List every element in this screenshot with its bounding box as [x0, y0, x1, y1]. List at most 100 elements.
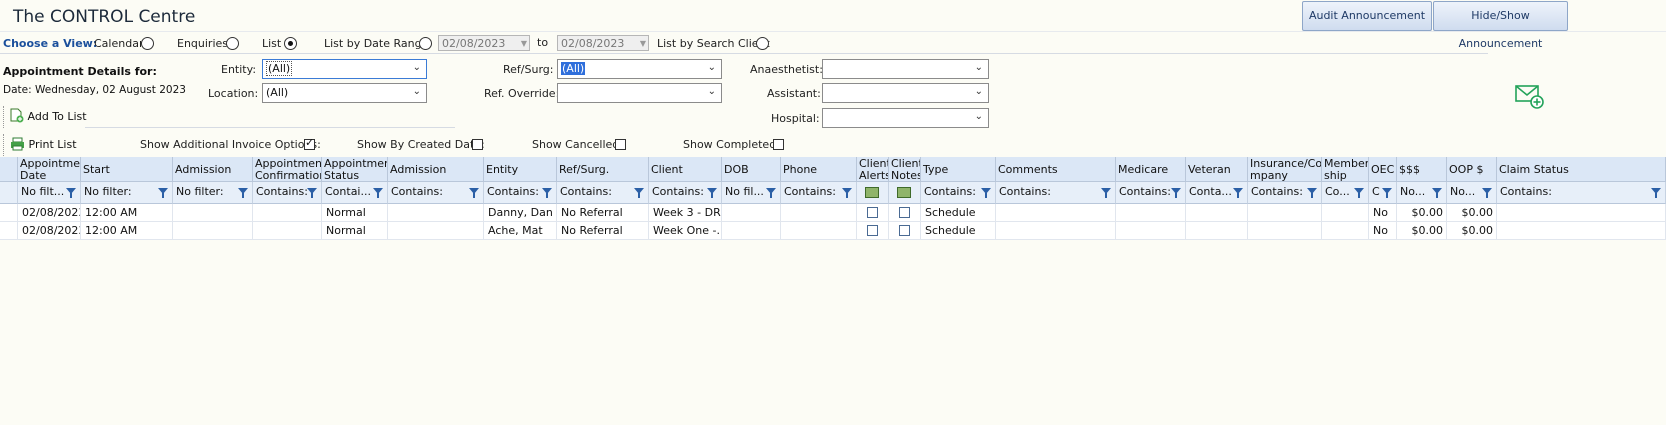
table-cell-appointment-confirmation[interactable] — [253, 222, 322, 240]
column-header-veteran-no[interactable]: Veteran No. — [1186, 157, 1248, 182]
table-cell-claim-status[interactable] — [1497, 204, 1666, 222]
filter-icon[interactable] — [1382, 188, 1392, 198]
column-header-admission-status[interactable]: Admission Status — [388, 157, 484, 182]
table-cell-comments[interactable] — [996, 222, 1116, 240]
table-cell-oec[interactable]: No — [1369, 222, 1397, 240]
column-header-client-alerts[interactable]: Client Alerts — [857, 157, 889, 182]
column-filter-admission-time[interactable]: No filter: — [173, 182, 253, 204]
audit-announcement-button[interactable]: Audit Announcement — [1302, 1, 1432, 31]
table-cell-appointment-date[interactable]: 02/08/2023 — [18, 222, 81, 240]
table-cell-medicare-no[interactable] — [1116, 204, 1186, 222]
filter-icon[interactable] — [373, 188, 383, 198]
table-cell-client-alerts[interactable] — [857, 204, 889, 222]
table-cell-client-notes[interactable] — [889, 204, 921, 222]
table-cell-client[interactable]: Week One -... — [649, 222, 722, 240]
table-cell-oop[interactable]: $0.00 — [1447, 222, 1497, 240]
filter-icon[interactable] — [766, 188, 776, 198]
table-cell-start[interactable]: 12:00 AM — [81, 204, 173, 222]
table-cell-insurance-co-mpany[interactable] — [1248, 204, 1322, 222]
column-filter-entity[interactable]: Contains: — [484, 182, 557, 204]
column-header-comments[interactable]: Comments — [996, 157, 1116, 182]
column-header-client-notes[interactable]: Client Notes — [889, 157, 921, 182]
table-cell-client-notes[interactable] — [889, 222, 921, 240]
table-cell-insurance-co-mpany[interactable] — [1248, 222, 1322, 240]
column-header-blank[interactable]: $$$ — [1397, 157, 1447, 182]
column-header-start[interactable]: Start — [81, 157, 173, 182]
column-filter-comments[interactable]: Contains: — [996, 182, 1116, 204]
table-cell-admission-status[interactable] — [388, 204, 484, 222]
column-header-dob[interactable]: DOB — [722, 157, 781, 182]
column-filter-type[interactable]: Contains: — [921, 182, 996, 204]
column-filter-blank[interactable] — [0, 182, 18, 204]
table-cell-entity[interactable]: Ache, Mat — [484, 222, 557, 240]
table-cell-blank[interactable]: $0.00 — [1397, 222, 1447, 240]
column-filter-blank[interactable]: No... — [1397, 182, 1447, 204]
table-cell-blank[interactable]: $0.00 — [1397, 204, 1447, 222]
table-cell-oec[interactable]: No — [1369, 204, 1397, 222]
filter-icon[interactable] — [1432, 188, 1442, 198]
column-filter-appointment-date[interactable]: No filt... — [18, 182, 81, 204]
table-cell-appointment-confirmation[interactable] — [253, 204, 322, 222]
column-header-oop[interactable]: OOP $ — [1447, 157, 1497, 182]
table-cell-dob[interactable] — [722, 204, 781, 222]
hospital-select[interactable]: ⌄ — [822, 108, 989, 128]
column-header-phone[interactable]: Phone — [781, 157, 857, 182]
table-cell-entity[interactable]: Danny, Dan — [484, 204, 557, 222]
filter-icon[interactable] — [307, 188, 317, 198]
column-header-type[interactable]: Type — [921, 157, 996, 182]
table-cell-blank[interactable] — [0, 204, 18, 222]
edit-note-icon[interactable] — [896, 187, 911, 198]
filter-icon[interactable] — [1651, 188, 1661, 198]
table-cell-appointment-date[interactable]: 02/08/2023 — [18, 204, 81, 222]
filter-icon[interactable] — [1101, 188, 1111, 198]
column-header-client[interactable]: Client — [649, 157, 722, 182]
invoice-options-checkbox[interactable] — [304, 136, 315, 150]
table-cell-medicare-no[interactable] — [1116, 222, 1186, 240]
column-header-appointment-status[interactable]: Appointment Status — [322, 157, 388, 182]
filter-icon[interactable] — [1354, 188, 1364, 198]
table-cell-type[interactable]: Schedule — [921, 204, 996, 222]
filter-icon[interactable] — [842, 188, 852, 198]
filter-icon[interactable] — [1171, 188, 1181, 198]
table-cell-veteran-no[interactable] — [1186, 222, 1248, 240]
table-cell-type[interactable]: Schedule — [921, 222, 996, 240]
table-cell-admission-time[interactable] — [173, 222, 253, 240]
filter-icon[interactable] — [1482, 188, 1492, 198]
entity-select[interactable]: (All) ⌄ — [262, 59, 427, 79]
cancelled-checkbox[interactable] — [615, 139, 626, 150]
filter-icon[interactable] — [158, 188, 168, 198]
table-cell-appointment-status[interactable]: Normal — [322, 222, 388, 240]
filter-icon[interactable] — [469, 188, 479, 198]
table-cell-client[interactable]: Week 3 - DR, — [649, 204, 722, 222]
column-filter-oec[interactable]: C — [1369, 182, 1397, 204]
date-to-field[interactable]: 02/08/2023 ▼ — [557, 35, 649, 51]
column-header-blank[interactable] — [0, 157, 18, 182]
table-cell-oop[interactable]: $0.00 — [1447, 204, 1497, 222]
view-enquiries-radio[interactable] — [226, 37, 239, 50]
assistant-select[interactable]: ⌄ — [822, 83, 989, 103]
table-cell-phone[interactable] — [781, 204, 857, 222]
column-filter-medicare-no[interactable]: Contains: — [1116, 182, 1186, 204]
refoverride-select[interactable]: ⌄ — [557, 83, 722, 103]
filter-icon[interactable] — [707, 188, 717, 198]
refsurg-select[interactable]: (All) ⌄ — [557, 59, 722, 79]
table-cell-admission-time[interactable] — [173, 204, 253, 222]
view-by-client-radio[interactable] — [756, 37, 769, 50]
column-filter-oop[interactable]: No... — [1447, 182, 1497, 204]
table-cell-appointment-status[interactable]: Normal — [322, 204, 388, 222]
date-from-field[interactable]: 02/08/2023 ▼ — [438, 35, 530, 51]
table-cell-ref-surg[interactable]: No Referral — [557, 204, 649, 222]
column-filter-ref-surg[interactable]: Contains: — [557, 182, 649, 204]
table-cell-blank[interactable] — [0, 222, 18, 240]
filter-icon[interactable] — [634, 188, 644, 198]
column-filter-client-alerts[interactable] — [857, 182, 889, 204]
column-filter-appointment-confirmation[interactable]: Contains: — [253, 182, 322, 204]
view-by-date-radio[interactable] — [419, 37, 432, 50]
column-header-oec[interactable]: OEC — [1369, 157, 1397, 182]
completed-checkbox[interactable] — [773, 139, 784, 150]
table-cell-ref-surg[interactable]: No Referral — [557, 222, 649, 240]
filter-icon[interactable] — [238, 188, 248, 198]
table-cell-start[interactable]: 12:00 AM — [81, 222, 173, 240]
column-filter-phone[interactable]: Contains: — [781, 182, 857, 204]
filter-icon[interactable] — [66, 188, 76, 198]
